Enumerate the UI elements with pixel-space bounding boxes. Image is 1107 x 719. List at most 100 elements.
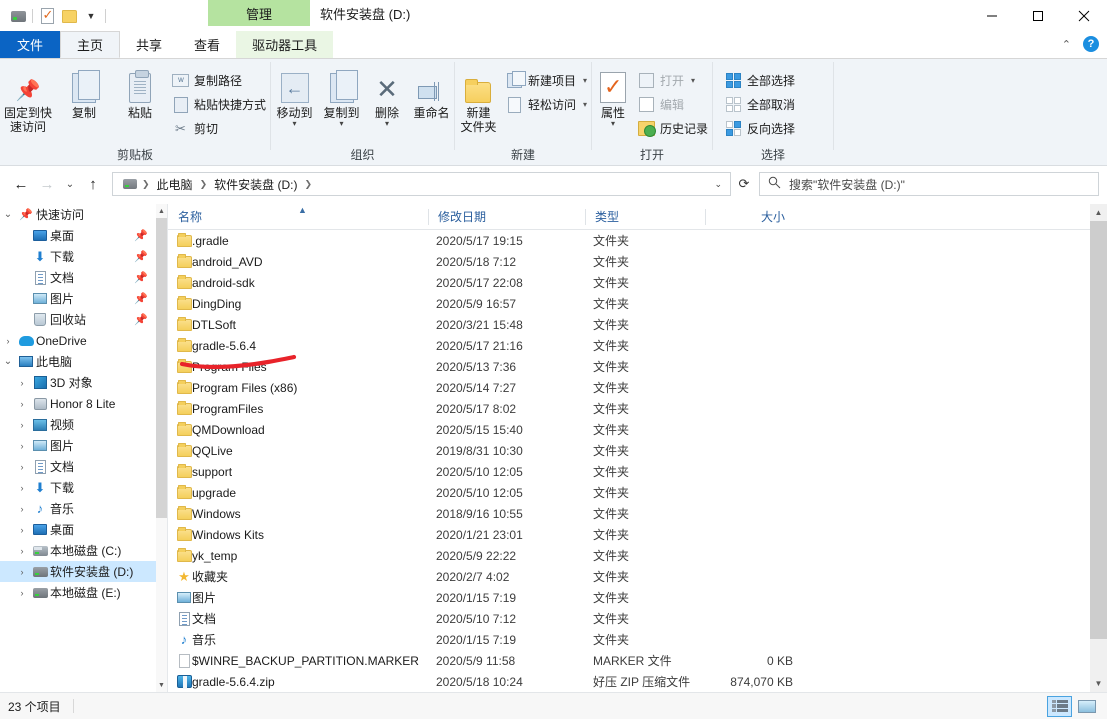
chevron-down-icon[interactable]: ▾: [691, 76, 695, 85]
chevron-right-icon[interactable]: ›: [14, 588, 30, 598]
table-row[interactable]: Program Files (x86) 2020/5/14 7:27 文件夹: [168, 377, 1107, 398]
tab-share[interactable]: 共享: [120, 31, 178, 58]
pin-icon[interactable]: 📌: [134, 313, 148, 326]
table-row[interactable]: 文档 2020/5/10 7:12 文件夹: [168, 608, 1107, 629]
chevron-right-icon[interactable]: ›: [14, 525, 30, 535]
up-button[interactable]: ↑: [80, 171, 106, 197]
table-row[interactable]: DTLSoft 2020/3/21 15:48 文件夹: [168, 314, 1107, 335]
table-row[interactable]: DingDing 2020/5/9 16:57 文件夹: [168, 293, 1107, 314]
chevron-right-icon[interactable]: ›: [14, 378, 30, 388]
search-input[interactable]: 搜索"软件安装盘 (D:)": [759, 172, 1099, 196]
table-row[interactable]: gradle-5.6.4 2020/5/17 21:16 文件夹: [168, 335, 1107, 356]
back-button[interactable]: ←: [8, 171, 34, 197]
nav-item-12[interactable]: › 文档: [0, 456, 156, 477]
nav-item-13[interactable]: › ⬇ 下载: [0, 477, 156, 498]
pin-to-quick-access-button[interactable]: 📌 固定到快 速访问: [0, 65, 56, 134]
chevron-right-icon[interactable]: ›: [14, 504, 30, 514]
table-row[interactable]: ★ 收藏夹 2020/2/7 4:02 文件夹: [168, 566, 1107, 587]
pin-icon[interactable]: 📌: [134, 292, 148, 305]
close-button[interactable]: [1061, 0, 1107, 32]
drive-icon[interactable]: [7, 5, 29, 27]
table-row[interactable]: 图片 2020/1/15 7:19 文件夹: [168, 587, 1107, 608]
table-row[interactable]: android_AVD 2020/5/18 7:12 文件夹: [168, 251, 1107, 272]
chevron-right-icon[interactable]: ›: [14, 567, 30, 577]
tab-home[interactable]: 主页: [60, 31, 121, 58]
refresh-button[interactable]: ⟳: [731, 172, 757, 196]
nav-item-2[interactable]: ⬇ 下载 📌: [0, 246, 156, 267]
details-view-button[interactable]: [1047, 695, 1072, 717]
navigation-scrollbar-thumb[interactable]: [156, 218, 167, 518]
table-row[interactable]: support 2020/5/10 12:05 文件夹: [168, 461, 1107, 482]
nav-item-11[interactable]: › 图片: [0, 435, 156, 456]
chevron-right-icon[interactable]: ›: [14, 399, 30, 409]
new-item-button[interactable]: 新建项目 ▾: [502, 70, 591, 91]
chevron-down-icon[interactable]: ▾: [292, 120, 296, 128]
scroll-up-icon[interactable]: ▲: [1090, 204, 1107, 221]
chevron-right-icon[interactable]: ›: [14, 546, 30, 556]
properties-icon[interactable]: [36, 5, 58, 27]
column-header-date[interactable]: 修改日期: [428, 204, 585, 230]
maximize-button[interactable]: [1015, 0, 1061, 32]
chevron-right-icon[interactable]: ›: [14, 483, 30, 493]
chevron-right-icon[interactable]: ›: [14, 441, 30, 451]
nav-item-1[interactable]: 桌面 📌: [0, 225, 156, 246]
chevron-down-icon[interactable]: ⌄: [0, 356, 16, 367]
nav-item-6[interactable]: › OneDrive: [0, 330, 156, 351]
breadcrumb-item-this-pc[interactable]: 此电脑: [153, 176, 197, 193]
scroll-up-icon[interactable]: ▲: [156, 204, 167, 218]
table-row[interactable]: $WINRE_BACKUP_PARTITION.MARKER 2020/5/9 1…: [168, 650, 1107, 671]
pin-icon[interactable]: 📌: [134, 229, 148, 242]
nav-item-5[interactable]: 回收站 📌: [0, 309, 156, 330]
chevron-down-icon[interactable]: ▾: [583, 76, 587, 85]
nav-item-7[interactable]: ⌄ 此电脑: [0, 351, 156, 372]
tab-view[interactable]: 查看: [178, 31, 236, 58]
scroll-down-icon[interactable]: ▼: [1090, 675, 1107, 692]
nav-item-4[interactable]: 图片 📌: [0, 288, 156, 309]
nav-item-16[interactable]: › 本地磁盘 (C:): [0, 540, 156, 561]
new-folder-button[interactable]: 新建 文件夹: [455, 65, 502, 134]
chevron-right-icon[interactable]: ›: [14, 462, 30, 472]
scrollbar-thumb[interactable]: [1090, 221, 1107, 639]
table-row[interactable]: QQLive 2019/8/31 10:30 文件夹: [168, 440, 1107, 461]
table-row[interactable]: ♪ 音乐 2020/1/15 7:19 文件夹: [168, 629, 1107, 650]
pin-icon[interactable]: 📌: [134, 250, 148, 263]
nav-item-9[interactable]: › Honor 8 Lite: [0, 393, 156, 414]
tab-file[interactable]: 文件: [0, 31, 61, 58]
easy-access-button[interactable]: 轻松访问 ▾: [502, 94, 591, 115]
table-row[interactable]: upgrade 2020/5/10 12:05 文件夹: [168, 482, 1107, 503]
select-all-button[interactable]: 全部选择: [721, 70, 799, 91]
chevron-down-icon[interactable]: ▾: [385, 120, 389, 128]
navigation-scrollbar[interactable]: ▲ ▼: [156, 204, 167, 692]
table-row[interactable]: Windows Kits 2020/1/21 23:01 文件夹: [168, 524, 1107, 545]
chevron-down-icon[interactable]: ⌄: [0, 209, 16, 220]
table-row[interactable]: .gradle 2020/5/17 19:15 文件夹: [168, 230, 1107, 251]
table-row[interactable]: yk_temp 2020/5/9 22:22 文件夹: [168, 545, 1107, 566]
nav-item-17[interactable]: › 软件安装盘 (D:): [0, 561, 156, 582]
scrollbar-track[interactable]: [1090, 221, 1107, 675]
nav-item-15[interactable]: › 桌面: [0, 519, 156, 540]
table-row[interactable]: android-sdk 2020/5/17 22:08 文件夹: [168, 272, 1107, 293]
cut-button[interactable]: ✂ 剪切: [168, 118, 270, 139]
nav-item-18[interactable]: › 本地磁盘 (E:): [0, 582, 156, 603]
table-row[interactable]: Windows 2018/9/16 10:55 文件夹: [168, 503, 1107, 524]
history-button[interactable]: 历史记录: [634, 118, 712, 139]
move-to-button[interactable]: 移动到 ▾: [271, 65, 318, 128]
help-icon[interactable]: ?: [1083, 36, 1099, 52]
nav-item-8[interactable]: › 3D 对象: [0, 372, 156, 393]
delete-button[interactable]: ✕ 删除 ▾: [365, 65, 409, 128]
column-header-size[interactable]: 大小: [705, 204, 795, 230]
nav-item-10[interactable]: › 视频: [0, 414, 156, 435]
breadcrumb-item-drive-d[interactable]: 软件安装盘 (D:): [210, 176, 301, 193]
nav-item-14[interactable]: › ♪ 音乐: [0, 498, 156, 519]
chevron-down-icon[interactable]: ▾: [583, 100, 587, 109]
select-none-button[interactable]: 全部取消: [721, 94, 799, 115]
invert-selection-button[interactable]: 反向选择: [721, 118, 799, 139]
properties-button[interactable]: 属性 ▾: [592, 65, 634, 128]
chevron-down-icon[interactable]: ▾: [339, 120, 343, 128]
chevron-down-icon[interactable]: ▾: [611, 120, 615, 128]
table-row[interactable]: ProgramFiles 2020/5/17 8:02 文件夹: [168, 398, 1107, 419]
breadcrumb[interactable]: ❯ 此电脑 ❯ 软件安装盘 (D:) ❯ ⌄: [112, 172, 731, 196]
nav-item-3[interactable]: 文档 📌: [0, 267, 156, 288]
copy-button[interactable]: 复制: [56, 65, 112, 120]
copy-path-button[interactable]: W 复制路径: [168, 70, 270, 91]
